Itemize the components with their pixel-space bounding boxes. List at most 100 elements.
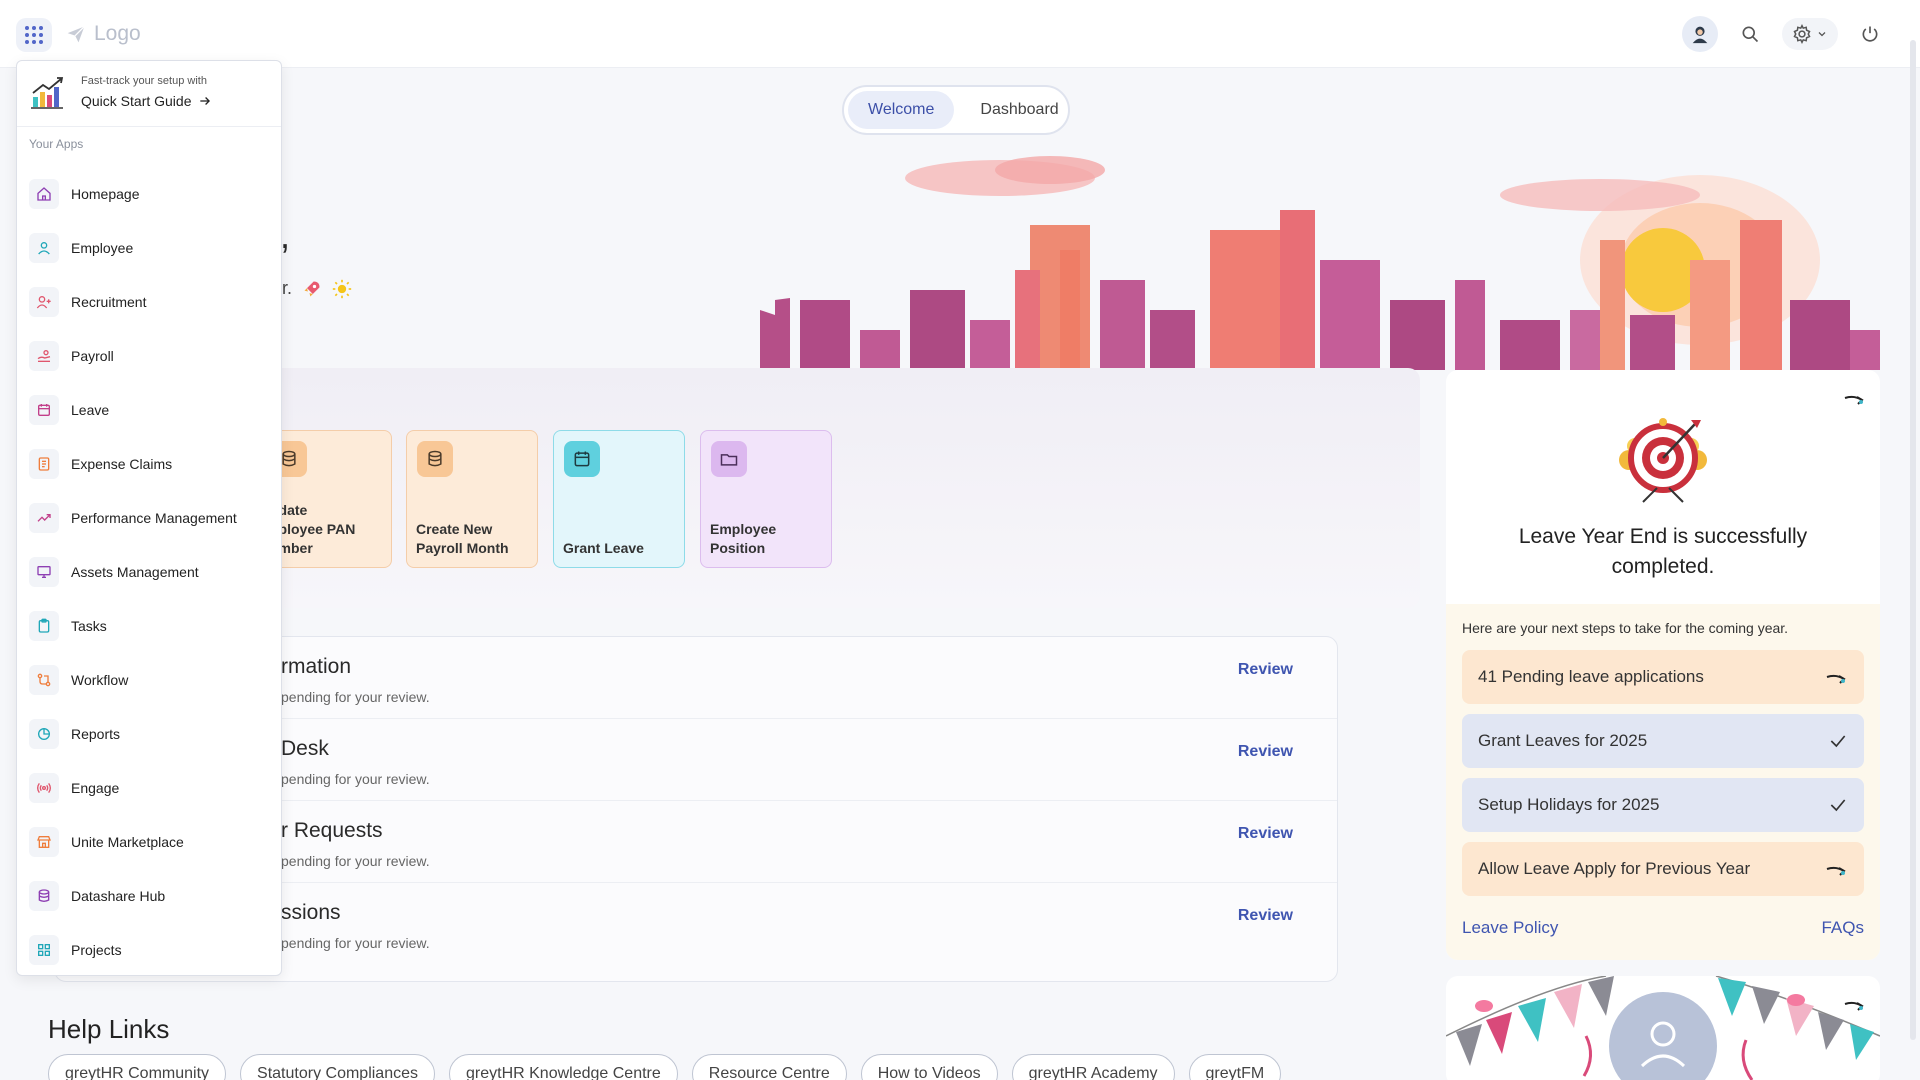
logo[interactable]: Logo (66, 22, 141, 46)
help-link[interactable]: Statutory Compliances (240, 1054, 435, 1080)
arrow-right-icon (199, 97, 210, 105)
help-link[interactable]: greytHR Academy (1011, 1054, 1175, 1080)
review-subtitle: pending for your review. (281, 771, 430, 787)
home-icon (29, 179, 59, 209)
quick-start-guide-banner[interactable]: Fast-track your setup with Quick Start G… (17, 61, 281, 127)
app-item-performance-management[interactable]: Performance Management (25, 491, 275, 545)
skyline-illustration (760, 156, 1880, 370)
leave-card-title: Leave Year End is successfully completed… (1518, 525, 1808, 578)
help-links-row: greytHR Community Statutory Compliances … (48, 1054, 1282, 1080)
review-link[interactable]: Review (1238, 825, 1293, 843)
target-trophy-illustration (1619, 418, 1707, 503)
quick-start-title: Quick Start Guide (81, 93, 212, 109)
quick-card-label: Employee Position (710, 521, 777, 556)
expand-button[interactable] (1842, 994, 1866, 1019)
apps-grid-icon (25, 26, 43, 44)
chart-rocket-icon (31, 77, 64, 109)
logout-button[interactable] (1856, 20, 1884, 48)
tab-dashboard[interactable]: Dashboard (960, 91, 1078, 129)
app-item-label: Performance Management (71, 510, 237, 526)
tab-welcome[interactable]: Welcome (848, 91, 955, 129)
settings-button[interactable] (1782, 18, 1838, 50)
app-item-label: Engage (71, 780, 120, 796)
quick-start-title-text: Quick Start Guide (81, 93, 192, 109)
review-subtitle: pending for your review. (281, 853, 430, 869)
help-link[interactable]: greytHR Knowledge Centre (449, 1054, 678, 1080)
view-toggle: Welcome Dashboard (842, 85, 1070, 135)
top-bar: Logo (0, 0, 1920, 68)
app-item-payroll[interactable]: Payroll (25, 329, 275, 383)
search-button[interactable] (1736, 20, 1764, 48)
arrow-right-icon (1826, 674, 1846, 684)
bunting-illustration (1446, 976, 1880, 1080)
app-item-datashare-hub[interactable]: Datashare Hub (25, 869, 275, 923)
app-item-employee[interactable]: Employee (25, 221, 275, 275)
review-link[interactable]: Review (1238, 743, 1293, 761)
quick-card-create-payroll[interactable]: Create New Payroll Month (406, 430, 538, 568)
faqs-link[interactable]: FAQs (1821, 918, 1864, 938)
apps-menu-dropdown: Fast-track your setup with Quick Start G… (16, 60, 282, 976)
top-actions (1682, 16, 1884, 52)
app-item-reports[interactable]: Reports (25, 707, 275, 761)
app-item-engage[interactable]: Engage (25, 761, 275, 815)
expand-button[interactable] (1842, 388, 1866, 413)
user-plus-icon (29, 287, 59, 317)
app-item-recruitment[interactable]: Recruitment (25, 275, 275, 329)
help-link[interactable]: Resource Centre (691, 1054, 847, 1080)
step-grant-leaves[interactable]: Grant Leaves for 2025 (1462, 714, 1864, 768)
page-scrollbar[interactable] (1910, 40, 1916, 1040)
review-title: Desk (281, 737, 329, 760)
quick-card-label: Grant Leave (563, 540, 644, 556)
step-label: 41 Pending leave applications (1478, 667, 1704, 686)
help-link[interactable]: greytFM (1188, 1054, 1282, 1080)
review-subtitle: pending for your review. (281, 689, 430, 705)
step-pending-leave-applications[interactable]: 41 Pending leave applications (1462, 650, 1864, 704)
help-link[interactable]: How to Videos (860, 1054, 998, 1080)
app-item-workflow[interactable]: Workflow (25, 653, 275, 707)
app-item-label: Expense Claims (71, 456, 173, 472)
help-link[interactable]: greytHR Community (48, 1054, 227, 1080)
greeting-subline-text: r. (282, 278, 293, 298)
app-item-homepage[interactable]: Homepage (25, 167, 275, 221)
gear-icon (1793, 24, 1811, 44)
arrow-expand-icon (1844, 395, 1864, 405)
quick-card-employee-position[interactable]: Employee Position (700, 430, 832, 568)
app-item-unite-marketplace[interactable]: Unite Marketplace (25, 815, 275, 869)
app-item-assets-management[interactable]: Assets Management (25, 545, 275, 599)
arrow-right-icon (1826, 866, 1846, 876)
app-item-label: Datashare Hub (71, 888, 166, 904)
review-title: ssions (281, 901, 341, 924)
leave-policy-link[interactable]: Leave Policy (1462, 918, 1558, 938)
app-item-expense-claims[interactable]: Expense Claims (25, 437, 275, 491)
user-icon (29, 233, 59, 263)
review-link[interactable]: Review (1238, 907, 1293, 925)
app-item-label: Workflow (71, 672, 129, 688)
app-item-label: Employee (71, 240, 134, 256)
app-item-label: Projects (71, 942, 122, 958)
broadcast-icon (29, 773, 59, 803)
step-allow-leave-apply[interactable]: Allow Leave Apply for Previous Year (1462, 842, 1864, 896)
payroll-icon (29, 341, 59, 371)
arrow-expand-icon (1844, 1001, 1864, 1011)
app-item-tasks[interactable]: Tasks (25, 599, 275, 653)
leave-card-footer: Leave Policy FAQs (1462, 918, 1864, 938)
pie-icon (29, 719, 59, 749)
calendar-icon (564, 441, 600, 477)
apps-grid-button[interactable] (16, 18, 52, 52)
review-link[interactable]: Review (1238, 661, 1293, 679)
app-item-label: Reports (71, 726, 121, 742)
database-icon (417, 441, 453, 477)
paper-plane-icon (67, 26, 85, 43)
app-item-projects[interactable]: Projects (25, 923, 275, 977)
step-label: Setup Holidays for 2025 (1478, 795, 1660, 814)
user-avatar[interactable] (1682, 16, 1718, 52)
step-setup-holidays[interactable]: Setup Holidays for 2025 (1462, 778, 1864, 832)
power-icon (1862, 26, 1878, 42)
clipboard-icon (29, 611, 59, 641)
app-item-label: Recruitment (71, 294, 147, 310)
quick-card-grant-leave[interactable]: Grant Leave (553, 430, 685, 568)
app-item-label: Payroll (71, 348, 114, 364)
apps-list: Homepage Employee Recruitment Payroll Le… (25, 167, 275, 977)
app-item-leave[interactable]: Leave (25, 383, 275, 437)
app-item-label: Tasks (71, 618, 107, 634)
